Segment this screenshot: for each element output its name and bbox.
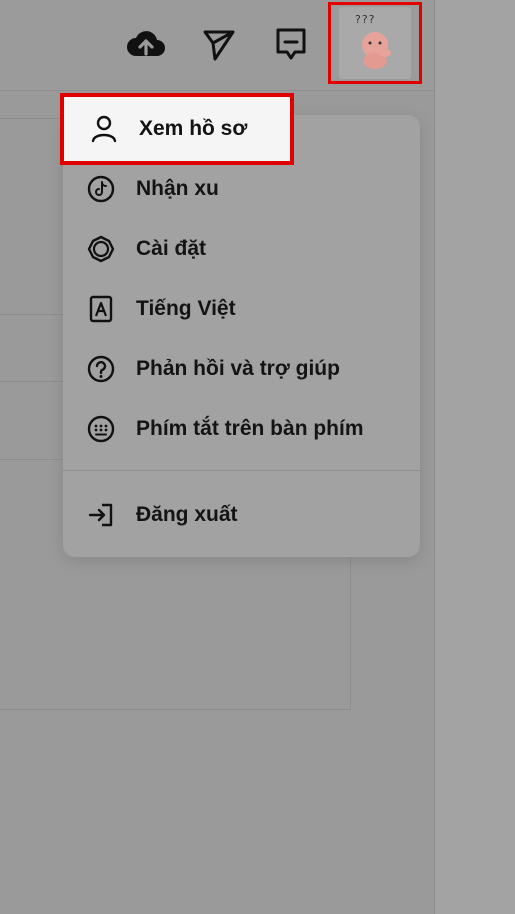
avatar: ??? xyxy=(339,7,411,79)
menu-item-label: Xem hồ sơ xyxy=(139,117,248,140)
top-bar: ??? xyxy=(0,0,434,91)
right-strip xyxy=(434,0,515,914)
menu-item-label: Cài đặt xyxy=(136,237,207,260)
avatar-caption: ??? xyxy=(355,13,376,26)
tiktok-coin-icon xyxy=(87,175,115,203)
menu-divider xyxy=(63,470,420,471)
keyboard-icon xyxy=(87,415,115,443)
avatar-button[interactable]: ??? xyxy=(328,2,422,84)
language-icon xyxy=(87,295,115,323)
upload-cloud-icon[interactable] xyxy=(124,22,168,66)
menu-item-settings[interactable]: Cài đặt xyxy=(63,221,420,277)
settings-icon xyxy=(87,235,115,263)
menu-item-language[interactable]: Tiếng Việt xyxy=(63,281,420,337)
user-icon xyxy=(90,115,118,143)
send-icon[interactable] xyxy=(197,22,241,66)
help-icon xyxy=(87,355,115,383)
menu-item-get-coins[interactable]: Nhận xu xyxy=(63,161,420,217)
menu-item-label: Phím tắt trên bàn phím xyxy=(136,417,364,440)
menu-item-label: Đăng xuất xyxy=(136,503,238,526)
menu-item-logout[interactable]: Đăng xuất xyxy=(63,487,420,543)
profile-dropdown-menu: Xem hồ sơ Nhận xu Cài đặt Tiếng Việt Phả… xyxy=(60,93,420,557)
menu-item-label: Phản hồi và trợ giúp xyxy=(136,357,340,380)
message-icon[interactable] xyxy=(269,22,313,66)
menu-item-keyboard-shortcuts[interactable]: Phím tắt trên bàn phím xyxy=(63,401,420,457)
menu-item-view-profile[interactable]: Xem hồ sơ xyxy=(60,93,294,165)
menu-item-label: Nhận xu xyxy=(136,177,219,200)
menu-item-feedback-help[interactable]: Phản hồi và trợ giúp xyxy=(63,341,420,397)
logout-icon xyxy=(87,501,115,529)
menu-item-label: Tiếng Việt xyxy=(136,297,236,320)
